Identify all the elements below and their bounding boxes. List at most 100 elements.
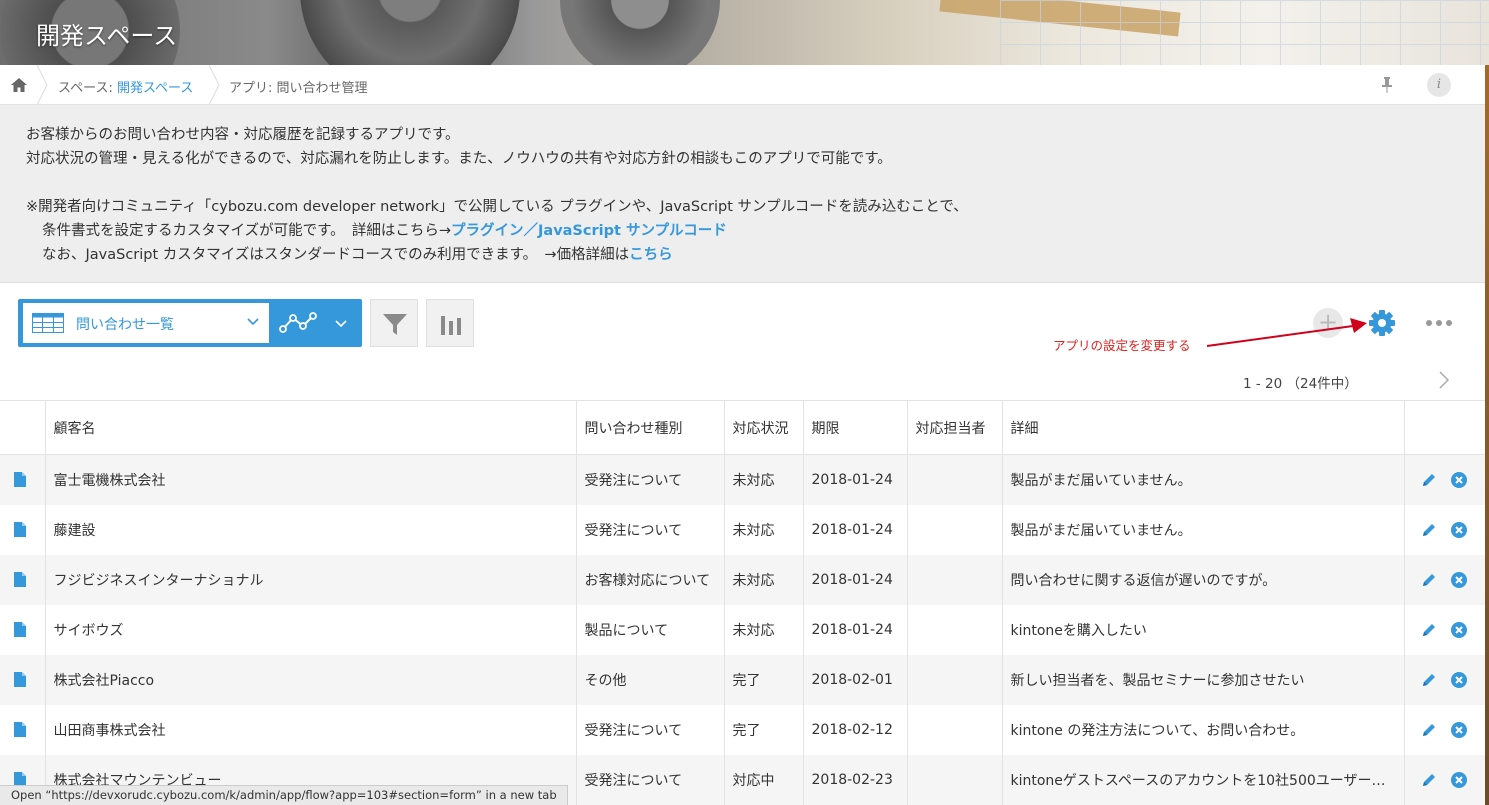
cell-detail: 新しい担当者を、製品セミナーに参加させたい [1001, 654, 1404, 705]
banner-decoration [560, 0, 720, 65]
row-actions [1403, 754, 1485, 805]
pricing-link[interactable]: こちら [629, 247, 673, 263]
row-actions [1403, 504, 1485, 555]
pencil-icon[interactable] [1421, 672, 1437, 688]
pagination-info: 1 - 20 （24件中） [1243, 376, 1358, 392]
delete-icon[interactable] [1450, 571, 1467, 588]
cell-type: お客様対応について [575, 554, 724, 605]
more-icon[interactable] [1424, 313, 1454, 333]
banner-decoration [300, 0, 520, 65]
cell-due: 2018-01-24 [802, 604, 907, 655]
cell-assignee [906, 554, 1002, 605]
breadcrumb-space: スペース: 開発スペース [58, 77, 193, 96]
cell-detail: 問い合わせに関する返信が遅いのですが。 [1001, 554, 1404, 605]
table-row[interactable]: 藤建設 受発注について 未対応 2018-01-24 製品がまだ届いていません。 [0, 504, 1485, 555]
chart-button[interactable] [426, 299, 474, 347]
cell-type: 製品について [575, 604, 724, 655]
filter-button[interactable] [370, 299, 418, 347]
view-select[interactable]: 問い合わせ一覧 [23, 303, 269, 343]
column-header[interactable]: 対応状況 [723, 400, 803, 455]
banner-decoration [1000, 0, 1489, 65]
cell-detail: kintone の発注方法について、お問い合わせ。 [1001, 704, 1404, 755]
pencil-icon[interactable] [1421, 622, 1437, 638]
record-detail-link[interactable] [0, 704, 45, 755]
cell-type: 受発注について [575, 754, 724, 805]
description-line: ※開発者向けコミュニティ「cybozu.com developer networ… [26, 199, 968, 215]
delete-icon[interactable] [1450, 621, 1467, 638]
browser-status-bar: Open “https://devxorudc.cybozu.com/k/adm… [0, 785, 568, 805]
cell-due: 2018-02-23 [802, 754, 907, 805]
pencil-icon[interactable] [1421, 522, 1437, 538]
record-detail-link[interactable] [0, 604, 45, 655]
breadcrumb-space-prefix: スペース: [58, 81, 117, 96]
breadcrumb-space-link[interactable]: 開発スペース [117, 81, 193, 96]
document-icon [14, 522, 26, 537]
breadcrumb-separator [208, 65, 220, 105]
info-icon[interactable]: i [1427, 73, 1451, 97]
cell-assignee [906, 454, 1002, 505]
pencil-icon[interactable] [1421, 472, 1437, 488]
cell-customer: フジビジネスインターナショナル [44, 554, 576, 605]
cell-detail: 製品がまだ届いていません。 [1001, 504, 1404, 555]
column-header[interactable]: 詳細 [1001, 400, 1404, 455]
pencil-icon[interactable] [1421, 772, 1437, 788]
record-detail-link[interactable] [0, 504, 45, 555]
graph-view-button[interactable] [274, 303, 358, 343]
description-line: 条件書式を設定するカスタマイズが可能です。 詳細はこちら→プラグイン／JavaS… [26, 219, 1485, 243]
description-text: 条件書式を設定するカスタマイズが可能です。 詳細はこちら→ [42, 223, 452, 239]
column-header[interactable]: 対応担当者 [906, 400, 1002, 455]
pencil-icon[interactable] [1421, 572, 1437, 588]
cell-assignee [906, 754, 1002, 805]
graph-icon [279, 312, 347, 333]
records-table: 顧客名 問い合わせ種別 対応状況 期限 対応担当者 詳細 富士電機株式会社 受発注… [0, 400, 1485, 805]
table-row[interactable]: 富士電機株式会社 受発注について 未対応 2018-01-24 製品がまだ届いていません… [0, 454, 1485, 505]
record-detail-link[interactable] [0, 454, 45, 505]
delete-icon[interactable] [1450, 721, 1467, 738]
record-detail-link[interactable] [0, 654, 45, 705]
cell-detail: kintoneを購入したい [1001, 604, 1404, 655]
cell-assignee [906, 504, 1002, 555]
table-row[interactable]: 株式会社Piacco その他 完了 2018-02-01 新しい担当者を、製品セミナーに… [0, 654, 1485, 705]
document-icon [14, 472, 26, 488]
table-row[interactable]: サイボウズ 製品について 未対応 2018-01-24 kintoneを購入したい [0, 604, 1485, 655]
delete-icon[interactable] [1450, 671, 1467, 688]
cell-customer: 山田商事株式会社 [44, 704, 576, 755]
breadcrumb: スペース: 開発スペース アプリ: 問い合わせ管理 i [0, 65, 1485, 105]
column-header[interactable]: 期限 [802, 400, 907, 455]
cell-type: 受発注について [575, 704, 724, 755]
cell-status: 未対応 [723, 554, 803, 605]
cell-detail: 製品がまだ届いていません。 [1001, 454, 1404, 505]
document-icon [14, 622, 26, 637]
cell-customer: 藤建設 [44, 504, 576, 555]
table-view-icon [32, 313, 64, 333]
row-actions [1403, 704, 1485, 755]
cell-due: 2018-01-24 [802, 504, 907, 555]
cell-status: 完了 [723, 654, 803, 705]
chevron-right-icon[interactable] [1438, 371, 1450, 389]
description-line: 対応状況の管理・見える化ができるので、対応漏れを防止します。また、ノウハウの共有… [26, 151, 892, 167]
delete-icon[interactable] [1450, 521, 1467, 538]
gear-icon[interactable] [1368, 309, 1396, 337]
column-header[interactable]: 顧客名 [44, 400, 576, 455]
pin-icon[interactable] [1381, 77, 1393, 93]
space-title[interactable]: 開発スペース [36, 16, 177, 51]
cell-due: 2018-02-12 [802, 704, 907, 755]
table-row[interactable]: 山田商事株式会社 受発注について 完了 2018-02-12 kintone の発注方法… [0, 704, 1485, 755]
table-row[interactable]: フジビジネスインターナショナル お客様対応について 未対応 2018-01-24 問い合… [0, 554, 1485, 605]
record-detail-link[interactable] [0, 554, 45, 605]
table-header-row: 顧客名 問い合わせ種別 対応状況 期限 対応担当者 詳細 [0, 400, 1485, 455]
pencil-icon[interactable] [1421, 722, 1437, 738]
js-sample-link[interactable]: JavaScript サンプルコード [538, 223, 727, 239]
link-separator: ／ [523, 223, 539, 239]
cell-assignee [906, 604, 1002, 655]
delete-icon[interactable] [1450, 471, 1467, 488]
delete-icon[interactable] [1450, 771, 1467, 788]
header-icon-cell [0, 400, 45, 455]
document-icon [14, 572, 26, 587]
cell-type: 受発注について [575, 504, 724, 555]
plugin-link[interactable]: プラグイン [451, 223, 524, 239]
cell-type: その他 [575, 654, 724, 705]
column-header[interactable]: 問い合わせ種別 [575, 400, 724, 455]
home-icon[interactable] [10, 76, 28, 94]
description-text: なお、JavaScript カスタマイズはスタンダードコースでのみ利用できます。… [42, 247, 630, 263]
